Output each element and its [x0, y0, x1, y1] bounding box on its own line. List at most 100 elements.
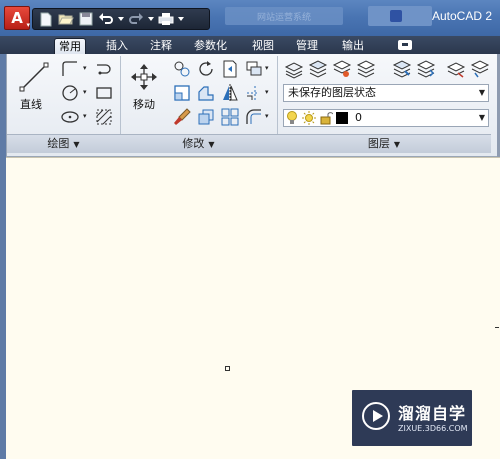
tab-annotate[interactable]: 注释	[146, 38, 176, 54]
tab-home[interactable]: 常用	[54, 38, 86, 54]
layer-unisolate-button[interactable]	[415, 58, 437, 80]
tab-parametric[interactable]: 参数化	[190, 38, 231, 54]
hatch-button[interactable]	[93, 106, 115, 128]
make-current-button[interactable]	[307, 58, 329, 80]
redo-button[interactable]	[127, 10, 145, 28]
polyline-dropdown[interactable]: ▾	[83, 64, 87, 72]
layer-dropdown[interactable]: 0 ▼	[283, 109, 489, 127]
mirror-icon	[223, 84, 238, 102]
layer-previous-icon	[356, 60, 376, 78]
autocad-window: A ▾ 网站运营系统 AutoCAD 2 常用 插入 注释 参数化 视图 管理 …	[0, 0, 500, 459]
stack-icon	[246, 61, 262, 76]
layer-isolate-button[interactable]	[391, 58, 413, 80]
fillet-dropdown[interactable]: ▾	[265, 88, 269, 96]
save-button[interactable]	[77, 10, 95, 28]
layer-properties-button[interactable]	[283, 58, 305, 80]
rectangular-array-button[interactable]	[219, 106, 241, 128]
ribbon-panel-area: 直线 ▾ ▾ ▾ 绘图 ▼ 移动 ▾ ▾ ▾ 修改 ▼ 未保存的图层状态 ▼ 0…	[6, 54, 500, 157]
fillet-button[interactable]	[243, 82, 265, 104]
mirror-button[interactable]	[219, 82, 241, 104]
circle-button[interactable]	[59, 82, 81, 104]
title-bar: A ▾ 网站运营系统 AutoCAD 2	[0, 0, 500, 36]
chevron-down-icon: ▼	[73, 140, 80, 149]
stretch-button[interactable]	[171, 82, 193, 104]
array-button[interactable]	[195, 106, 217, 128]
spline-button[interactable]	[93, 58, 115, 80]
layer-properties-icon	[284, 62, 304, 79]
ellipse-dropdown[interactable]: ▾	[83, 112, 87, 120]
move-label: 移动	[133, 98, 155, 111]
workspace-switcher[interactable]: 网站运营系统	[225, 7, 343, 25]
watermark-badge: 溜溜自学 ZIXUE.3D66.COM	[352, 390, 472, 446]
offset-button[interactable]	[243, 106, 265, 128]
layer-state-value: 未保存的图层状态	[288, 86, 376, 99]
stack-dropdown[interactable]: ▾	[265, 64, 269, 72]
layers-panel-title: 图层	[367, 137, 390, 150]
layer-off-button[interactable]	[469, 58, 491, 80]
open-folder-icon	[58, 14, 74, 25]
grid-icon	[221, 108, 239, 126]
brush-icon	[174, 108, 191, 125]
redo-dropdown[interactable]	[147, 10, 155, 28]
trim-button[interactable]	[219, 58, 241, 80]
layer-previous-button[interactable]	[355, 58, 377, 80]
ellipse-icon	[61, 111, 79, 123]
polyline-button[interactable]	[59, 58, 81, 80]
minimize-ribbon-button[interactable]	[398, 40, 412, 50]
redo-icon	[129, 13, 143, 24]
circle-icon	[62, 85, 78, 101]
current-layer-name: 0	[355, 111, 362, 124]
undo-button[interactable]	[97, 10, 115, 28]
line-button[interactable]	[17, 60, 51, 94]
layer-freeze-icon	[446, 62, 466, 78]
offset-dropdown[interactable]: ▾	[265, 112, 269, 120]
circle-dropdown[interactable]: ▾	[83, 88, 87, 96]
panel-separator	[277, 56, 278, 136]
layer-isolate-icon	[392, 60, 412, 78]
quick-access-toolbar	[32, 8, 210, 30]
unlock-icon[interactable]	[319, 110, 334, 126]
app-logo-letter: A	[11, 9, 23, 27]
modify-panel-footer[interactable]: 修改 ▼	[120, 134, 277, 153]
tab-insert[interactable]: 插入	[102, 38, 132, 54]
layer-off-icon	[470, 60, 490, 78]
rectangle-button[interactable]	[93, 82, 115, 104]
undo-dropdown[interactable]	[117, 10, 125, 28]
app-menu-dropdown-icon: ▾	[26, 21, 30, 29]
workspace-label: 网站运营系统	[257, 13, 312, 23]
layer-state-button[interactable]	[243, 58, 265, 80]
tab-view[interactable]: 视图	[248, 38, 278, 54]
plot-button[interactable]	[157, 10, 175, 28]
copy-button[interactable]	[171, 58, 193, 80]
printer-icon	[158, 13, 174, 25]
rotate-button[interactable]	[195, 58, 217, 80]
erase-button[interactable]	[171, 106, 193, 128]
ribbon-tabs: 常用 插入 注释 参数化 视图 管理 输出	[0, 36, 500, 54]
scale-icon	[198, 86, 214, 101]
rotate-icon	[199, 61, 213, 76]
layer-stack-icon	[308, 60, 328, 78]
new-file-button[interactable]	[37, 10, 55, 28]
scale-button[interactable]	[195, 82, 217, 104]
draw-panel-title: 绘图	[47, 137, 70, 150]
layer-color-swatch[interactable]	[336, 112, 348, 124]
move-button[interactable]	[127, 60, 161, 94]
layer-state-dropdown[interactable]: 未保存的图层状态 ▼	[283, 84, 489, 102]
watermark-title: 溜溜自学	[398, 404, 467, 423]
tab-output[interactable]: 输出	[338, 38, 368, 54]
open-file-button[interactable]	[57, 10, 75, 28]
offset-icon	[246, 109, 261, 124]
new-file-icon	[40, 12, 52, 26]
tab-manage[interactable]: 管理	[292, 38, 322, 54]
qat-customize-dropdown[interactable]	[177, 10, 185, 28]
search-icon	[390, 10, 402, 22]
sun-icon[interactable]	[301, 110, 317, 126]
application-menu-button[interactable]: A ▾	[4, 6, 30, 30]
layer-match-button[interactable]	[331, 58, 353, 80]
lightbulb-icon[interactable]	[286, 110, 298, 126]
ellipse-button[interactable]	[59, 106, 81, 128]
layer-freeze-button[interactable]	[445, 58, 467, 80]
search-box[interactable]	[368, 6, 432, 26]
layers-panel-footer[interactable]: 图层 ▼	[277, 134, 491, 153]
draw-panel-footer[interactable]: 绘图 ▼	[7, 134, 120, 153]
